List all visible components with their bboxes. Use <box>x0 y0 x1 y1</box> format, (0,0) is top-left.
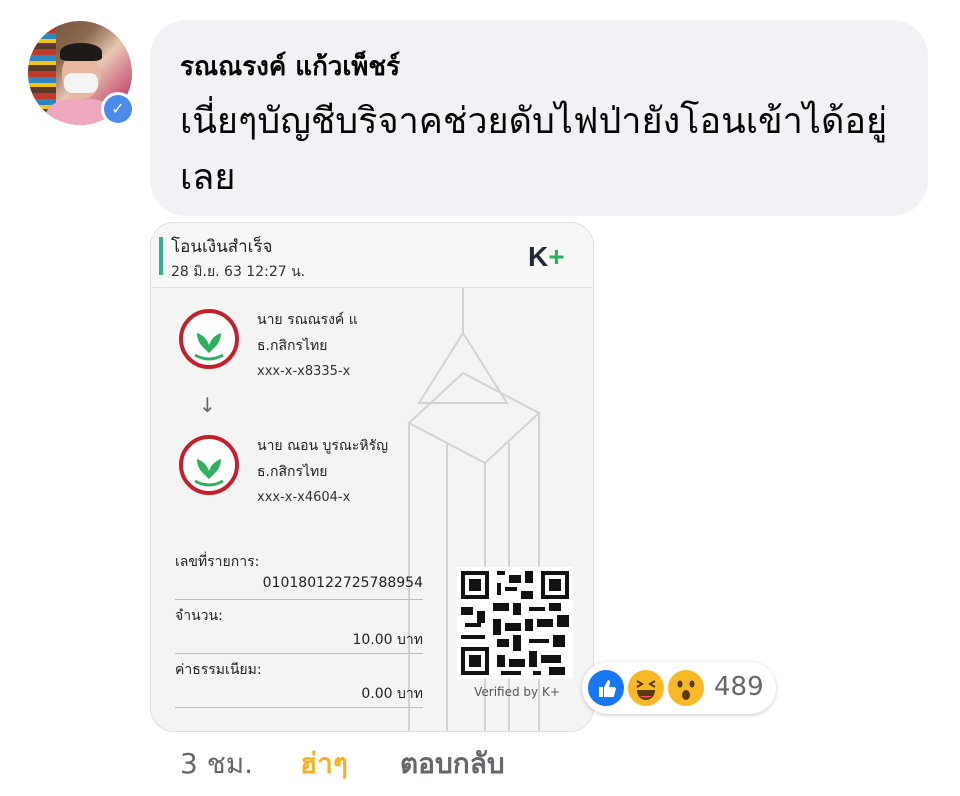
kbank-logo-icon <box>179 309 239 369</box>
kbank-logo-icon <box>179 435 239 495</box>
sender-bank: ธ.กสิกรไทย <box>257 338 328 354</box>
verified-badge-icon: ✓ <box>101 92 135 126</box>
receipt-title: โอนเงินสำเร็จ <box>171 237 273 257</box>
reaction-link[interactable]: ฮ่าๆ <box>300 742 348 786</box>
recipient-account-number: xxx-x-x4604-x <box>257 490 351 505</box>
sender-account-number: xxx-x-x8335-x <box>257 364 351 379</box>
reactions-summary[interactable]: 489 <box>582 662 776 714</box>
receipt-image[interactable]: โอนเงินสำเร็จ 28 มิ.ย. 63 12:27 น. K+ นา… <box>150 222 594 732</box>
amount-value: 10.00 บาท <box>352 632 423 648</box>
sender-name: นาย รณณรงค์ แ <box>257 312 358 328</box>
verified-by-label: Verified by K+ <box>474 685 560 699</box>
reference-label: เลขที่รายการ: <box>175 554 260 570</box>
reference-value: 010180122725788954 <box>262 575 423 591</box>
haha-icon <box>626 668 666 708</box>
like-icon <box>586 668 626 708</box>
reaction-count: 489 <box>714 672 764 702</box>
recipient-name: นาย ณอน บูรณะหิรัญ <box>257 438 389 454</box>
amount-label: จำนวน: <box>175 608 223 624</box>
receipt-header: โอนเงินสำเร็จ 28 มิ.ย. 63 12:27 น. K+ <box>151 223 593 288</box>
fee-label: ค่าธรรมเนียม: <box>175 662 262 678</box>
comment-text: เนี่ยๆบัญชีบริจาคช่วยดับไฟป่ายังโอนเข้าไ… <box>180 101 888 198</box>
divider <box>175 653 423 654</box>
fee-value: 0.00 บาท <box>361 686 423 702</box>
recipient-account: นาย ณอน บูรณะหิรัญ ธ.กสิกรไทย xxx-x-x460… <box>257 433 388 511</box>
divider <box>175 707 423 708</box>
kplus-logo-icon: K+ <box>528 241 565 272</box>
comment-bubble: รณณรงค์ แก้วเพ็ชร์ เนี่ยๆบัญชีบริจาคช่วย… <box>150 20 928 216</box>
sender-account: นาย รณณรงค์ แ ธ.กสิกรไทย xxx-x-x8335-x <box>257 307 358 385</box>
divider <box>175 599 423 600</box>
transfer-arrow-icon: ↓ <box>199 393 216 417</box>
comment-author[interactable]: รณณรงค์ แก้วเพ็ชร์ <box>180 46 400 87</box>
header-accent-bar <box>159 237 163 275</box>
qr-code-icon <box>457 567 573 679</box>
receipt-datetime: 28 มิ.ย. 63 12:27 น. <box>171 264 306 280</box>
comment-timestamp[interactable]: 3 ชม. <box>180 742 253 786</box>
reply-link[interactable]: ตอบกลับ <box>400 742 505 786</box>
recipient-bank: ธ.กสิกรไทย <box>257 464 328 480</box>
wow-icon <box>666 668 706 708</box>
